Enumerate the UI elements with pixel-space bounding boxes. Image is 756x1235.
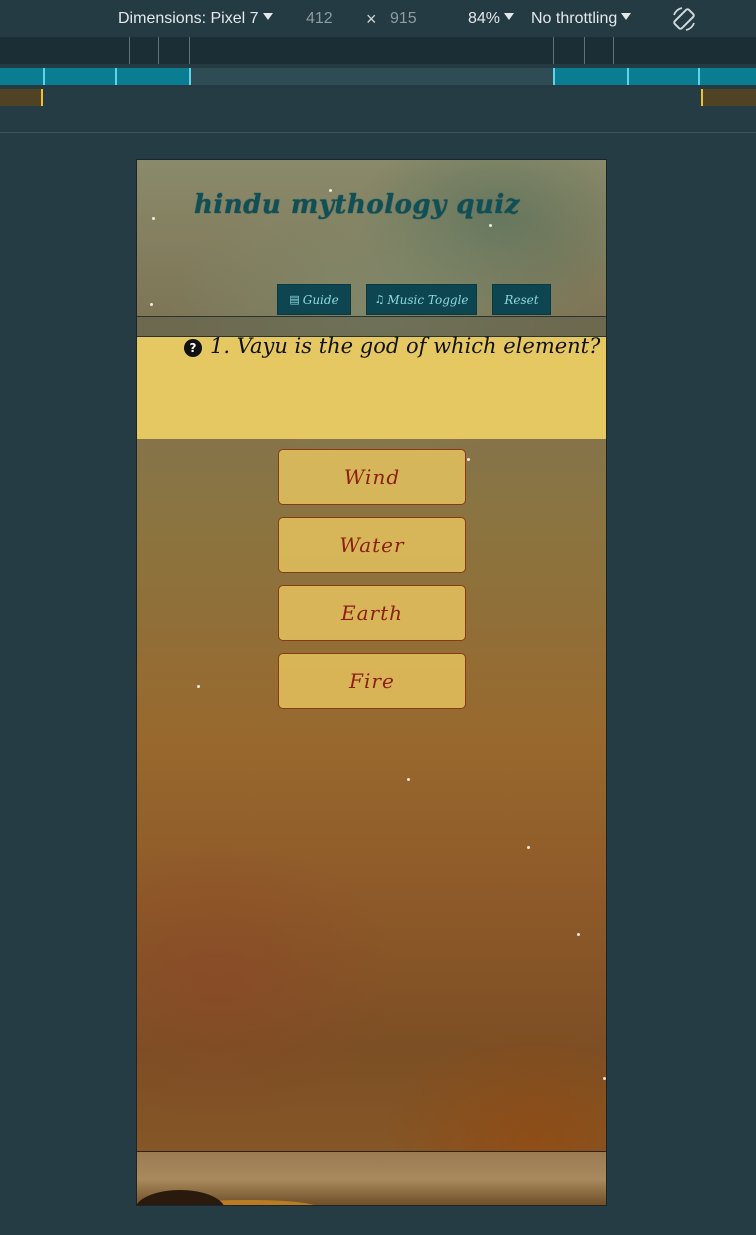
- zoom-dropdown[interactable]: 84%: [468, 10, 515, 28]
- chevron-down-icon: [262, 13, 273, 20]
- answer-option-earth[interactable]: Earth: [278, 585, 466, 641]
- breakpoint-ruler: [0, 37, 756, 64]
- device-toolbar: Dimensions: Pixel 7 412 × 915 84% No thr…: [0, 0, 756, 37]
- reset-label: Reset: [504, 292, 539, 307]
- question-circle-icon: ?: [184, 339, 202, 357]
- times-symbol: ×: [366, 9, 377, 29]
- throttling-label: No throttling: [531, 10, 618, 27]
- chevron-down-icon: [621, 13, 632, 20]
- media-query-bar[interactable]: [0, 68, 756, 85]
- dimensions-label: Dimensions: Pixel 7: [118, 10, 259, 27]
- table-icon: ▤: [289, 293, 300, 306]
- music-toggle-label: Music Toggle: [387, 292, 469, 307]
- throttling-dropdown[interactable]: No throttling: [531, 10, 632, 28]
- dimensions-dropdown[interactable]: Dimensions: Pixel 7: [118, 10, 273, 28]
- guide-label: Guide: [302, 292, 339, 307]
- question-text: 1. Vayu is the god of which element?: [210, 334, 601, 358]
- music-note-icon: ♫: [374, 293, 385, 306]
- guide-button[interactable]: ▤ Guide: [277, 284, 351, 315]
- music-toggle-button[interactable]: ♫ Music Toggle: [366, 284, 477, 315]
- answer-option-fire[interactable]: Fire: [278, 653, 466, 709]
- orientation-bar[interactable]: [0, 89, 756, 106]
- answer-option-water[interactable]: Water: [278, 517, 466, 573]
- page-title: hindu mythology quiz: [194, 190, 520, 220]
- answer-option-wind[interactable]: Wind: [278, 449, 466, 505]
- height-input[interactable]: 915: [390, 10, 417, 28]
- chevron-down-icon: [504, 13, 515, 20]
- reset-button[interactable]: Reset: [492, 284, 551, 315]
- width-input[interactable]: 412: [306, 10, 333, 28]
- rotate-icon[interactable]: [670, 5, 698, 33]
- device-viewport: hindu mythology quiz ▤ Guide ♫ Music Toggl…: [136, 159, 607, 1206]
- zoom-label: 84%: [468, 10, 501, 27]
